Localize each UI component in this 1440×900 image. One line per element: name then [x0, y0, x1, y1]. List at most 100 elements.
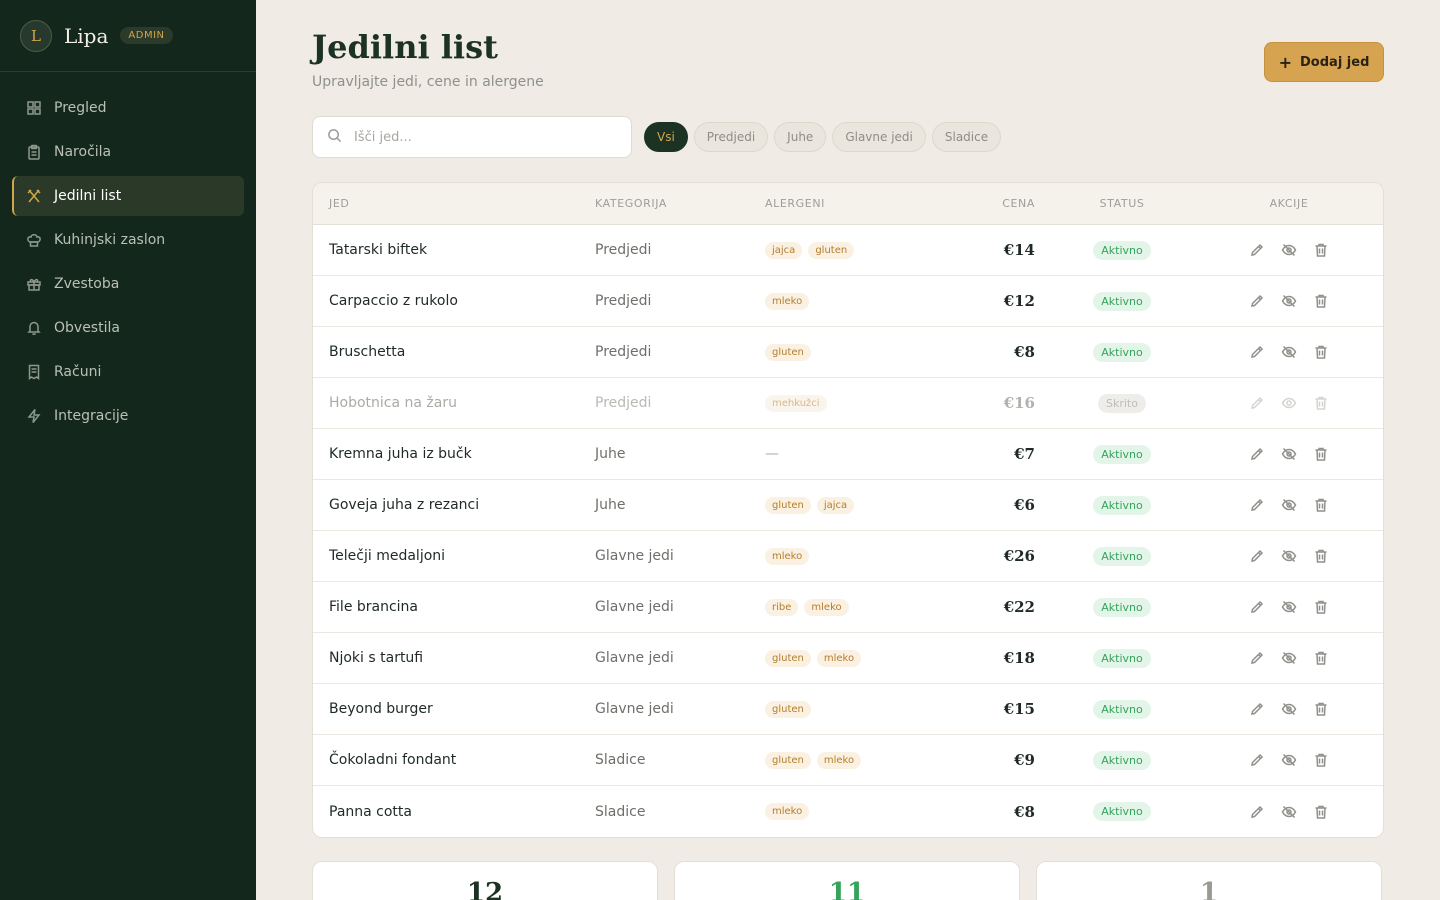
- eye-off-icon[interactable]: [1281, 599, 1297, 615]
- sidebar-item-label: Integracije: [54, 408, 129, 424]
- actions-cell: [1209, 293, 1369, 309]
- edit-icon[interactable]: [1249, 650, 1265, 666]
- stat-value: 12: [466, 878, 504, 900]
- sidebar-item-obvestila[interactable]: Obvestila: [12, 308, 244, 348]
- dish-price: €16: [1003, 394, 1035, 412]
- dish-category: Juhe: [595, 446, 626, 462]
- sidebar-item-label: Obvestila: [54, 320, 120, 336]
- trash-icon[interactable]: [1313, 497, 1329, 513]
- sidebar-item-naročila[interactable]: Naročila: [12, 132, 244, 172]
- menu-table: JED KATEGORIJA ALERGENI CENA STATUS AKCI…: [312, 182, 1384, 838]
- allergen-tag: gluten: [765, 496, 811, 514]
- edit-icon[interactable]: [1249, 497, 1265, 513]
- dish-name: Čokoladni fondant: [329, 752, 457, 768]
- allergen-tag: jajca: [765, 241, 803, 259]
- actions-cell: [1209, 242, 1369, 258]
- eye-icon[interactable]: [1281, 395, 1297, 411]
- sidebar-item-zvestoba[interactable]: Zvestoba: [12, 264, 244, 304]
- status-cell: Aktivno: [1035, 291, 1209, 311]
- col-status: STATUS: [1099, 197, 1145, 210]
- search-input[interactable]: [354, 129, 614, 145]
- filter-chip-juhe[interactable]: Juhe: [774, 122, 827, 152]
- dish-price: €22: [1003, 598, 1035, 616]
- dish-name: Beyond burger: [329, 701, 433, 717]
- table-row: Goveja juha z rezanci Juhe gluten jajca €6 Ak…: [313, 480, 1383, 531]
- add-dish-button[interactable]: + Dodaj jed: [1264, 42, 1384, 82]
- sidebar-item-računi[interactable]: Računi: [12, 352, 244, 392]
- edit-icon[interactable]: [1249, 599, 1265, 615]
- edit-icon[interactable]: [1249, 293, 1265, 309]
- trash-icon[interactable]: [1313, 344, 1329, 360]
- edit-icon[interactable]: [1249, 395, 1265, 411]
- plus-icon: +: [1278, 52, 1293, 72]
- edit-icon[interactable]: [1249, 344, 1265, 360]
- dish-category: Predjedi: [595, 395, 652, 411]
- actions-cell: [1209, 701, 1369, 717]
- trash-icon[interactable]: [1313, 599, 1329, 615]
- trash-icon[interactable]: [1313, 293, 1329, 309]
- eye-off-icon[interactable]: [1281, 446, 1297, 462]
- dish-name: Goveja juha z rezanci: [329, 497, 480, 513]
- eye-off-icon[interactable]: [1281, 548, 1297, 564]
- eye-off-icon[interactable]: [1281, 701, 1297, 717]
- sidebar-item-label: Naročila: [54, 144, 112, 160]
- status-badge: Aktivno: [1093, 699, 1151, 719]
- dish-price: €9: [1014, 751, 1035, 769]
- trash-icon[interactable]: [1313, 446, 1329, 462]
- search-icon: [327, 128, 342, 147]
- allergen-tag: gluten: [765, 751, 811, 769]
- filter-chip-predjedi[interactable]: Predjedi: [693, 122, 769, 152]
- filter-chip-sladice[interactable]: Sladice: [931, 122, 1002, 152]
- trash-icon[interactable]: [1313, 804, 1329, 820]
- eye-off-icon[interactable]: [1281, 344, 1297, 360]
- col-actions: AKCIJE: [1269, 197, 1309, 210]
- dish-name: File brancina: [329, 599, 419, 615]
- trash-icon[interactable]: [1313, 701, 1329, 717]
- sidebar-item-integracije[interactable]: Integracije: [12, 396, 244, 436]
- edit-icon[interactable]: [1249, 242, 1265, 258]
- dish-category: Glavne jedi: [595, 650, 674, 666]
- status-badge: Aktivno: [1093, 291, 1151, 311]
- edit-icon[interactable]: [1249, 752, 1265, 768]
- clipboard-icon: [26, 144, 42, 160]
- eye-off-icon[interactable]: [1281, 242, 1297, 258]
- filter-chip-vsi[interactable]: Vsi: [644, 122, 688, 152]
- sidebar-item-kuhinjski-zaslon[interactable]: Kuhinjski zaslon: [12, 220, 244, 260]
- allergen-tag: mleko: [765, 292, 810, 310]
- edit-icon[interactable]: [1249, 701, 1265, 717]
- edit-icon[interactable]: [1249, 446, 1265, 462]
- sidebar-item-pregled[interactable]: Pregled: [12, 88, 244, 128]
- col-price: CENA: [1002, 197, 1035, 210]
- sidebar-item-jedilni-list[interactable]: Jedilni list: [12, 176, 244, 216]
- dish-name: Panna cotta: [329, 803, 412, 820]
- eye-off-icon[interactable]: [1281, 497, 1297, 513]
- dish-price: €7: [1014, 445, 1035, 463]
- table-row: Telečji medaljoni Glavne jedi mleko €26 Akti…: [313, 531, 1383, 582]
- sidebar-item-label: Jedilni list: [54, 188, 122, 204]
- eye-off-icon[interactable]: [1281, 804, 1297, 820]
- filter-chip-glavne-jedi[interactable]: Glavne jedi: [832, 122, 926, 152]
- dish-name: Carpaccio z rukolo: [329, 293, 458, 309]
- dish-price: €14: [1003, 241, 1035, 259]
- actions-cell: [1209, 446, 1369, 462]
- sidebar-nav: Pregled Naročila Jedilni list Kuhinjski zas…: [0, 72, 256, 436]
- status-badge: Aktivno: [1093, 495, 1151, 515]
- eye-off-icon[interactable]: [1281, 293, 1297, 309]
- trash-icon[interactable]: [1313, 752, 1329, 768]
- actions-cell: [1209, 344, 1369, 360]
- trash-icon[interactable]: [1313, 242, 1329, 258]
- trash-icon[interactable]: [1313, 650, 1329, 666]
- trash-icon[interactable]: [1313, 548, 1329, 564]
- dish-name: Njoki s tartufi: [329, 650, 424, 666]
- sidebar-item-label: Računi: [54, 364, 102, 380]
- page-subtitle: Upravljajte jedi, cene in alergene: [312, 74, 544, 90]
- status-cell: Skrito: [1035, 393, 1209, 413]
- eye-off-icon[interactable]: [1281, 752, 1297, 768]
- table-body: Tatarski biftek Predjedi jajca gluten €14 Akt…: [313, 225, 1383, 837]
- eye-off-icon[interactable]: [1281, 650, 1297, 666]
- search-box[interactable]: [312, 116, 632, 158]
- trash-icon[interactable]: [1313, 395, 1329, 411]
- edit-icon[interactable]: [1249, 804, 1265, 820]
- table-row: Tatarski biftek Predjedi jajca gluten €14 Akt…: [313, 225, 1383, 276]
- edit-icon[interactable]: [1249, 548, 1265, 564]
